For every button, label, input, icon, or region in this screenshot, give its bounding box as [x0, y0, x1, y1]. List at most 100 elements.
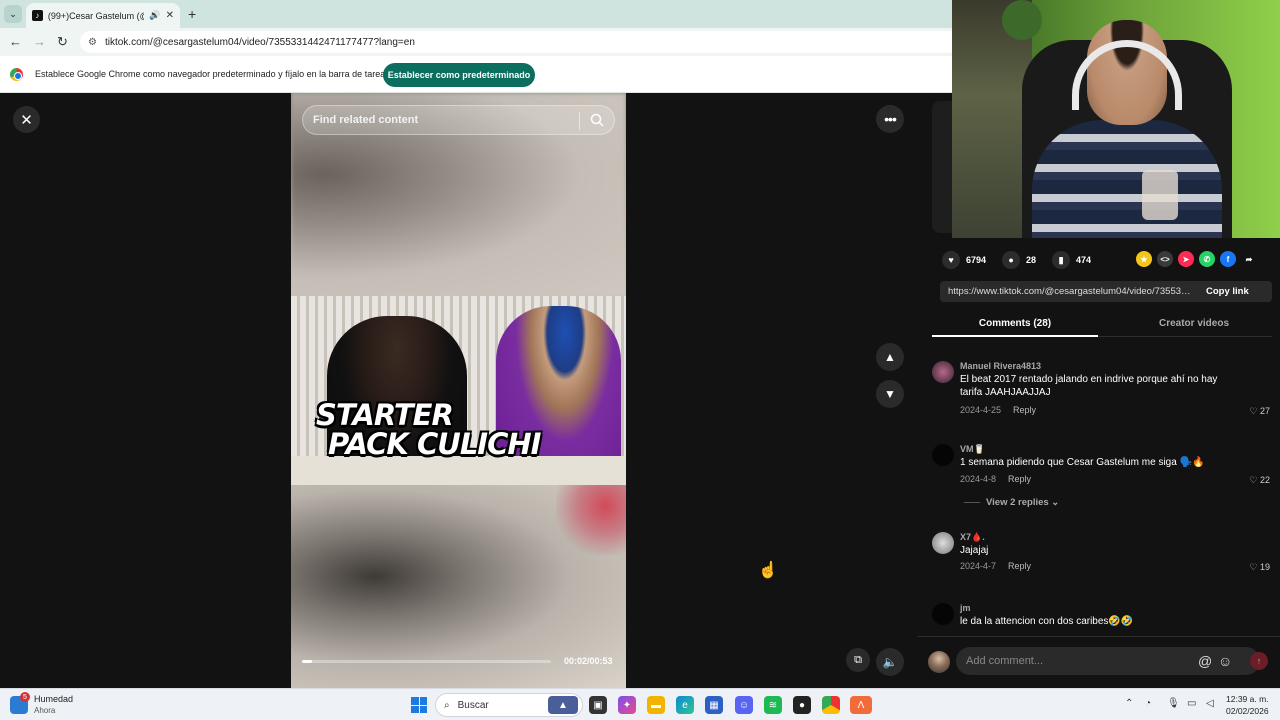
repost-icon[interactable]: ★ — [1136, 251, 1152, 267]
tray-app-icon[interactable]: ◔ — [1145, 698, 1151, 709]
video-link-text[interactable]: https://www.tiktok.com/@cesargastelum04/… — [940, 286, 1194, 297]
taskbar-clock[interactable]: 12:39 a. m. 02/02/2026 — [1226, 693, 1269, 717]
previous-video-button[interactable]: ▲ — [876, 343, 904, 371]
facebook-icon[interactable]: f — [1220, 251, 1236, 267]
speaker-tray-icon[interactable]: ◁ — [1206, 698, 1214, 709]
copy-link-button[interactable]: Copy link — [1194, 286, 1249, 297]
search-icon: ⌕ — [444, 699, 450, 711]
reload-icon[interactable]: ↻ — [57, 34, 68, 50]
avatar[interactable] — [932, 444, 954, 466]
video-scene: STARTER PACK CULICHI — [291, 296, 626, 485]
windows-taskbar: 5 Humedad Ahora ⌕ Buscar ▲ ▣ ✦ ▬ e ▦ ☺ ≋… — [0, 688, 1280, 720]
tray-chevron-icon[interactable]: ⌃ — [1125, 698, 1133, 709]
back-arrow-icon[interactable]: ← — [9, 34, 22, 49]
comment-like[interactable]: ♡ 19 — [1249, 562, 1270, 573]
mouse-cursor-icon: ☝ — [758, 562, 778, 579]
share-arrow-icon[interactable]: ➦ — [1241, 251, 1257, 267]
forward-arrow-icon[interactable]: → — [33, 34, 46, 49]
chrome-logo-icon — [10, 68, 23, 81]
weather-badge: 5 — [20, 692, 30, 702]
comment-list: Manuel Rivera4813 El beat 2017 rentado j… — [932, 359, 1272, 635]
mention-at-icon[interactable]: @ — [1198, 653, 1212, 669]
comment-date: 2024-4-7 — [960, 561, 997, 571]
store-icon[interactable]: ▦ — [705, 696, 723, 714]
search-highlight-icon[interactable]: ▲ — [548, 696, 578, 714]
whatsapp-icon[interactable]: ✆ — [1199, 251, 1215, 267]
tab-comments[interactable]: Comments (28) — [932, 318, 1098, 329]
related-search-input[interactable]: Find related content — [302, 105, 615, 135]
tab-creator-videos[interactable]: Creator videos — [1116, 318, 1272, 329]
save-stat[interactable]: ▮ 474 — [1052, 251, 1091, 269]
windows-start-icon[interactable] — [411, 697, 427, 713]
panel-tabs: Comments (28) Creator videos — [932, 313, 1272, 337]
avatar[interactable] — [932, 603, 954, 625]
comment-username[interactable]: jm — [960, 603, 971, 613]
active-tab-underline — [932, 335, 1098, 337]
embed-code-icon[interactable]: <> — [1157, 251, 1173, 267]
picture-in-picture-button[interactable]: ⧉ — [846, 648, 870, 672]
video-overlay-title: STARTER PACK CULICHI — [316, 398, 541, 459]
weather-subtitle: Ahora — [34, 706, 56, 715]
reply-button[interactable]: Reply — [1013, 405, 1036, 415]
infobar-text: Establece Google Chrome como navegador p… — [35, 69, 390, 79]
video-time: 00:02/00:53 — [564, 656, 613, 666]
close-video-button[interactable]: ✕ — [13, 106, 40, 133]
url-omnibox[interactable]: ⚙ tiktok.com/@cesargastelum04/video/7355… — [80, 31, 960, 53]
task-view-icon[interactable]: ▣ — [589, 696, 607, 714]
comment-username[interactable]: VM🥛 — [960, 444, 985, 455]
next-video-button[interactable]: ▼ — [876, 380, 904, 408]
comment-username[interactable]: Manuel Rivera4813 — [960, 361, 1041, 371]
avatar[interactable] — [932, 532, 954, 554]
comment-like[interactable]: ♡ 27 — [1249, 406, 1270, 417]
close-tab-icon[interactable]: ✕ — [166, 10, 174, 21]
comment-text: le da la attencion con dos caribes🤣🤣 — [960, 616, 1134, 627]
comment-stat[interactable]: ● 28 — [1002, 251, 1036, 269]
weather-title[interactable]: Humedad — [34, 694, 73, 704]
tab-search-chevron-icon[interactable]: ⌄ — [4, 5, 22, 23]
send-to-friends-icon[interactable]: ➤ — [1178, 251, 1194, 267]
microphone-icon[interactable]: 🎙 — [1167, 698, 1180, 709]
emoji-icon[interactable]: ☺ — [1218, 653, 1232, 669]
comment-like[interactable]: ♡ 22 — [1249, 475, 1270, 486]
spotify-icon[interactable]: ≋ — [764, 696, 782, 714]
tab-title: (99+)Cesar Gastelum (@cesargastelum04) — [47, 10, 145, 21]
reply-button[interactable]: Reply — [1008, 561, 1031, 571]
video-progress-bar[interactable] — [302, 660, 551, 663]
edge-icon[interactable]: e — [676, 696, 694, 714]
reply-button[interactable]: Reply — [1008, 474, 1031, 484]
view-replies-button[interactable]: View 2 replies ⌄ — [964, 497, 1059, 508]
file-explorer-icon[interactable]: ▬ — [647, 696, 665, 714]
like-stat[interactable]: ♥ 6794 — [942, 251, 986, 269]
webcam-streamer-shirt — [1032, 120, 1222, 238]
speaker-icon[interactable]: 🔊 — [149, 10, 160, 21]
comment-item: Manuel Rivera4813 El beat 2017 rentado j… — [932, 359, 1272, 442]
browser-tab[interactable]: ♪ (99+)Cesar Gastelum (@cesargastelum04)… — [26, 3, 180, 28]
url-text: tiktok.com/@cesargastelum04/video/735533… — [104, 36, 415, 48]
comment-username[interactable]: X7🩸. — [960, 532, 985, 543]
chrome-taskbar-icon[interactable] — [822, 696, 840, 714]
copilot-icon[interactable]: ✦ — [618, 696, 636, 714]
volume-button[interactable]: 🔈 — [876, 648, 904, 676]
video-link-box: https://www.tiktok.com/@cesargastelum04/… — [940, 281, 1272, 302]
current-user-avatar[interactable] — [928, 651, 950, 673]
network-icon[interactable]: ▭ — [1187, 698, 1196, 709]
search-icon[interactable] — [590, 113, 604, 127]
webcam-overlay — [952, 0, 1280, 238]
post-comment-button[interactable]: ↑ — [1250, 652, 1268, 670]
new-tab-plus-icon[interactable]: + — [188, 6, 196, 22]
video-player[interactable]: STARTER PACK CULICHI — [291, 93, 626, 688]
more-options-button[interactable]: ••• — [876, 105, 904, 133]
obs-icon[interactable]: ● — [793, 696, 811, 714]
avatar[interactable] — [932, 361, 954, 383]
discord-icon[interactable]: ☺ — [735, 696, 753, 714]
comment-like-count: 22 — [1259, 475, 1270, 485]
add-comment-bar: Add comment... @ ☺ ↑ — [918, 636, 1280, 688]
site-settings-icon[interactable]: ⚙ — [88, 37, 97, 48]
set-default-button[interactable]: Establecer como predeterminado — [383, 63, 535, 87]
comment-text: El beat 2017 rentado jalando en indrive … — [960, 374, 1218, 398]
comment-input[interactable]: Add comment... — [956, 647, 1260, 675]
overlay-line-1: STARTER — [316, 398, 454, 432]
app-a-icon[interactable]: Λ — [850, 696, 872, 714]
comment-date: 2024-4-25 — [960, 405, 1002, 415]
engagement-stats: ♥ 6794 ● 28 ▮ 474 — [942, 251, 1091, 269]
